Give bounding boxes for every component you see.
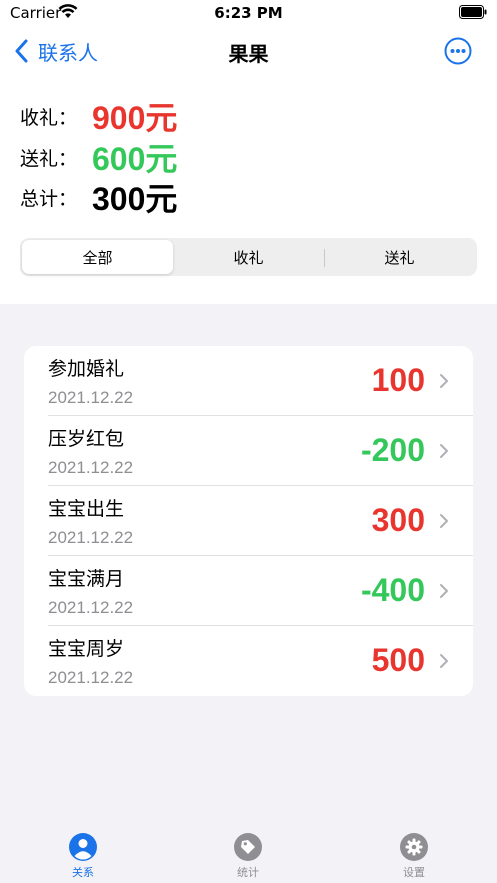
chevron-right-icon [440,374,448,388]
segment-label: 送礼 [384,248,415,267]
item-title: 参加婚礼 [48,358,125,380]
item-amount: 500 [371,642,425,678]
received-value: 900元 [92,100,178,136]
total-value: 300元 [92,181,178,217]
tab-statistics[interactable]: 统计 [208,832,288,882]
segment-divider [324,249,325,267]
list-item[interactable]: 参加婚礼 2021.12.22 100 [24,346,473,416]
summary-total: 总计： 300元 [20,177,177,217]
list-item[interactable]: 宝宝周岁 2021.12.22 500 [24,626,473,696]
chevron-right-icon [440,654,448,668]
filter-segmented-control: 全部 收礼 送礼 [20,238,477,276]
tab-relations[interactable]: 关系 [43,832,123,882]
tab-label: 设置 [403,866,425,879]
tab-bar: 关系 统计 设置 [0,828,497,883]
segment-received[interactable]: 收礼 [173,240,324,274]
ellipsis-circle-icon[interactable] [444,37,472,65]
list-item[interactable]: 压岁红包 2021.12.22 -200 [24,416,473,486]
person-circle-icon [69,833,97,861]
item-amount: 100 [371,362,425,398]
item-amount: -400 [360,572,425,608]
total-label: 总计： [20,187,78,210]
item-amount: -200 [360,432,425,468]
item-title: 压岁红包 [48,428,125,450]
list-item[interactable]: 宝宝满月 2021.12.22 -400 [24,556,473,626]
summary-sent: 送礼： 600元 [20,137,177,177]
chevron-right-icon [440,584,448,598]
segment-label: 收礼 [233,248,264,267]
segment-sent[interactable]: 送礼 [324,240,475,274]
item-title: 宝宝出生 [48,498,125,520]
received-label: 收礼： [20,106,78,129]
segment-all[interactable]: 全部 [22,240,173,274]
item-amount: 300 [371,502,425,538]
records-list: 参加婚礼 2021.12.22 100 压岁红包 2021.12.22 -200… [24,346,473,696]
item-title: 宝宝满月 [48,568,125,590]
list-item[interactable]: 宝宝出生 2021.12.22 300 [24,486,473,556]
segment-label: 全部 [82,248,113,267]
item-date: 2021.12.22 [48,598,134,617]
battery-icon [459,5,487,19]
tab-label: 关系 [72,866,94,879]
status-bar: Carrier 6:23 PM [0,0,497,26]
item-date: 2021.12.22 [48,388,134,407]
chevron-right-icon [440,514,448,528]
tab-label: 统计 [237,866,259,879]
tag-circle-icon [234,833,262,861]
summary-received: 收礼： 900元 [20,96,177,136]
tab-settings[interactable]: 设置 [374,832,454,882]
clock-label: 6:23 PM [214,4,283,22]
sent-label: 送礼： [20,147,78,170]
chevron-right-icon [440,444,448,458]
item-date: 2021.12.22 [48,668,134,687]
item-date: 2021.12.22 [48,528,134,547]
gear-circle-icon [400,833,428,861]
page-title: 果果 [228,42,269,66]
item-title: 宝宝周岁 [48,638,125,660]
item-date: 2021.12.22 [48,458,134,477]
